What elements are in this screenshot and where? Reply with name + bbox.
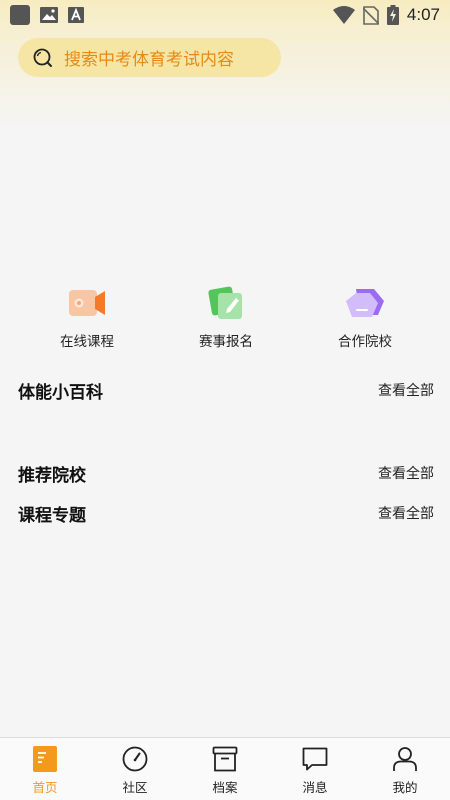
person-icon: [393, 747, 417, 771]
battery-charging-icon: [386, 5, 399, 25]
section-title: 课程专题: [18, 505, 86, 526]
tab-label: 我的: [392, 780, 418, 795]
app-notification-icon: [10, 5, 30, 25]
quick-actions: 在线课程 赛事报名 合作院校: [0, 285, 450, 355]
wifi-icon: [332, 6, 355, 24]
quick-partner-schools[interactable]: 合作院校: [310, 285, 420, 355]
quick-label: 赛事报名: [199, 334, 253, 350]
video-camera-icon: [69, 290, 105, 316]
no-sim-icon: [362, 5, 379, 25]
bottom-tab-bar: 首页 社区 档案 消息 我的: [0, 737, 450, 800]
view-all-link[interactable]: 查看全部: [378, 380, 434, 400]
section-title: 推荐院校: [18, 465, 86, 486]
tab-label: 消息: [302, 780, 328, 795]
tab-archive[interactable]: 档案: [180, 738, 270, 800]
home-doc-icon: [33, 746, 57, 772]
edit-card-icon: [208, 286, 242, 319]
tab-community[interactable]: 社区: [90, 738, 180, 800]
search-bar[interactable]: 搜索中考体育考试内容: [18, 38, 281, 77]
tab-label: 首页: [32, 780, 58, 795]
font-app-icon: [68, 7, 84, 23]
tab-messages[interactable]: 消息: [270, 738, 360, 800]
quick-label: 在线课程: [60, 334, 114, 350]
school-building-icon: [346, 289, 384, 317]
compass-icon: [122, 746, 148, 772]
status-bar: 4:07: [0, 0, 450, 30]
quick-event-signup[interactable]: 赛事报名: [171, 285, 281, 355]
view-all-link[interactable]: 查看全部: [378, 463, 434, 483]
quick-online-course[interactable]: 在线课程: [32, 285, 142, 355]
image-icon: [40, 7, 58, 23]
section-fitness-wiki: 体能小百科 查看全部: [18, 377, 434, 403]
search-icon: [33, 48, 52, 67]
tab-label: 社区: [122, 780, 148, 795]
section-title: 体能小百科: [18, 382, 103, 403]
section-course-topics: 课程专题 查看全部: [18, 500, 434, 526]
tab-profile[interactable]: 我的: [360, 738, 450, 800]
tab-label: 档案: [212, 780, 238, 795]
status-time: 4:07: [406, 5, 440, 24]
quick-label: 合作院校: [338, 334, 392, 350]
tab-home[interactable]: 首页: [0, 738, 90, 800]
archive-box-icon: [212, 746, 238, 772]
section-recommended-schools: 推荐院校 查看全部: [18, 460, 434, 486]
search-placeholder: 搜索中考体育考试内容: [64, 50, 234, 70]
message-icon: [302, 747, 328, 771]
view-all-link[interactable]: 查看全部: [378, 503, 434, 523]
